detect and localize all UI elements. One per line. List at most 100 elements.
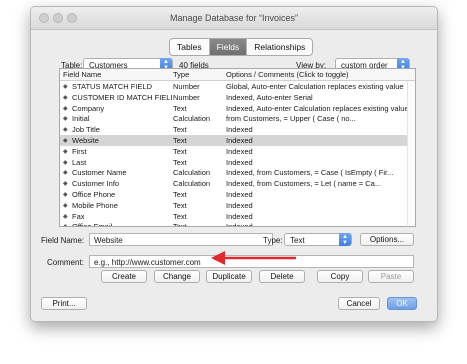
field-options-cell[interactable]: Indexed (226, 190, 412, 199)
field-type-cell: Text (173, 190, 187, 199)
drag-handle-icon[interactable]: ◆ (63, 180, 69, 187)
table-row[interactable]: ◆ Last Text Indexed (60, 157, 415, 168)
field-options-cell[interactable]: Indexed, Auto-enter Serial (226, 93, 412, 102)
field-type-cell: Text (173, 200, 187, 210)
field-options-cell[interactable]: Indexed, Auto-enter Calculation replaces… (226, 104, 412, 113)
field-type-cell: Text (173, 157, 187, 167)
field-name-input[interactable]: Website (89, 233, 273, 246)
field-type-cell: Text (173, 211, 187, 221)
drag-handle-icon[interactable]: ◆ (63, 105, 69, 112)
column-header-type[interactable]: Type (173, 70, 189, 79)
field-type-cell: Calculation (173, 179, 211, 189)
field-options-cell[interactable]: Indexed (226, 212, 412, 221)
field-name-cell: Job Title (72, 125, 100, 135)
table-row[interactable]: ◆ First Text Indexed (60, 146, 415, 157)
select-arrows-icon: ▲▼ (339, 233, 351, 246)
table-row[interactable]: ◆ Company Text Indexed, Auto-enter Calculat… (60, 103, 415, 114)
field-type-cell: Calculation (173, 168, 211, 178)
field-options-cell[interactable]: Indexed (226, 125, 412, 134)
cancel-button[interactable]: Cancel (338, 297, 380, 310)
table-row[interactable]: ◆ Initial Calculation from Customers, = Upp… (60, 113, 415, 124)
field-name-cell: Customer Info (72, 179, 120, 189)
field-type-cell: Text (173, 146, 187, 156)
field-type-cell: Text (173, 222, 187, 227)
tab-fields[interactable]: Fields (209, 39, 248, 55)
comment-input[interactable]: e.g., http://www.customer.com (89, 255, 414, 268)
tab-relationships[interactable]: Relationships (247, 39, 312, 55)
list-header: Field Name Type Options / Comments (Clic… (60, 69, 415, 81)
manage-database-dialog: Manage Database for “Invoices” Tables Fi… (30, 6, 438, 322)
field-type-cell: Number (173, 92, 200, 102)
drag-handle-icon[interactable]: ◆ (63, 94, 69, 101)
table-row[interactable]: ◆ STATUS MATCH FIELD Number Global, Auto-en… (60, 81, 415, 92)
field-name-cell: Company (72, 103, 105, 113)
field-name-cell: Mobile Phone (72, 200, 118, 210)
drag-handle-icon[interactable]: ◆ (63, 202, 69, 209)
fields-list[interactable]: Field Name Type Options / Comments (Clic… (59, 68, 416, 227)
table-row[interactable]: ◆ CUSTOMER ID MATCH FIELD Number Indexed, A… (60, 92, 415, 103)
type-select[interactable]: Text ▲ ▼ (284, 233, 352, 246)
drag-handle-icon[interactable]: ◆ (63, 137, 69, 144)
table-row[interactable]: ◆Office Email Text Indexed (60, 221, 415, 227)
field-name-cell: Office Email (72, 222, 113, 227)
tab-bar: Tables Fields Relationships (169, 38, 314, 56)
table-row[interactable]: ◆ Customer Name Calculation Indexed, from C… (60, 167, 415, 178)
list-scrollbar[interactable] (407, 81, 415, 225)
drag-handle-icon[interactable]: ◆ (63, 169, 69, 176)
comment-label: Comment: (47, 258, 84, 267)
field-name-cell: STATUS MATCH FIELD (72, 82, 153, 91)
drag-handle-icon[interactable]: ◆ (63, 213, 69, 220)
change-button[interactable]: Change (154, 270, 200, 283)
field-options-cell[interactable]: Indexed (226, 201, 412, 210)
field-name-label: Field Name: (41, 236, 85, 245)
type-label: Type: (263, 236, 283, 245)
field-options-cell[interactable]: Indexed (226, 158, 412, 167)
title-bar: Manage Database for “Invoices” (31, 7, 437, 30)
field-name-cell: Website (72, 136, 99, 145)
copy-button[interactable]: Copy (317, 270, 363, 283)
delete-button[interactable]: Delete (259, 270, 305, 283)
field-options-cell[interactable]: from Customers, = Upper ( Case ( no... (226, 114, 412, 123)
table-row[interactable]: ◆ Customer Info Calculation Indexed, from C… (60, 178, 415, 189)
field-options-cell[interactable]: Indexed (226, 222, 412, 226)
table-row[interactable]: ◆ Website Text Indexed (60, 135, 415, 146)
type-select-value: Text (290, 236, 305, 245)
field-options-cell[interactable]: Indexed, from Customers, = Case ( IsEmpt… (226, 168, 412, 177)
column-header-field-name[interactable]: Field Name (63, 70, 101, 79)
drag-handle-icon[interactable]: ◆ (63, 83, 69, 90)
tab-tables[interactable]: Tables (170, 39, 210, 55)
field-type-cell: Text (173, 125, 187, 135)
window-title: Manage Database for “Invoices” (169, 13, 299, 23)
drag-handle-icon[interactable]: ◆ (63, 148, 69, 155)
field-options-cell[interactable]: Global, Auto-enter Calculation replaces … (226, 82, 412, 91)
field-name-cell: Initial (72, 114, 90, 124)
field-options-cell[interactable]: Indexed (226, 136, 412, 145)
drag-handle-icon[interactable]: ◆ (63, 223, 69, 226)
table-row[interactable]: ◆ Office Phone Text Indexed (60, 189, 415, 200)
table-row[interactable]: ◆ Job Title Text Indexed (60, 124, 415, 135)
field-type-cell: Text (173, 103, 187, 113)
field-name-cell: First (72, 146, 87, 156)
table-row[interactable]: ◆ Mobile Phone Text Indexed (60, 200, 415, 211)
paste-button[interactable]: Paste (368, 270, 414, 283)
field-type-cell: Text (173, 136, 187, 145)
table-row[interactable]: ◆ Fax Text Indexed (60, 211, 415, 222)
drag-handle-icon[interactable]: ◆ (63, 191, 69, 198)
drag-handle-icon[interactable]: ◆ (63, 115, 69, 122)
options-button[interactable]: Options... (360, 233, 414, 246)
drag-handle-icon[interactable]: ◆ (63, 159, 69, 166)
field-name-cell: Fax (72, 211, 85, 221)
create-button[interactable]: Create (101, 270, 147, 283)
field-name-cell: Last (72, 157, 87, 167)
field-type-cell: Number (173, 82, 200, 91)
field-name-cell: Customer Name (72, 168, 127, 178)
drag-handle-icon[interactable]: ◆ (63, 126, 69, 133)
field-name-cell: Office Phone (72, 190, 116, 199)
field-type-cell: Calculation (173, 114, 211, 124)
field-options-cell[interactable]: Indexed, from Customers, = Let ( name = … (226, 179, 412, 188)
print-button[interactable]: Print... (41, 297, 87, 310)
duplicate-button[interactable]: Duplicate (206, 270, 252, 283)
column-header-options[interactable]: Options / Comments (Click to toggle) (226, 70, 349, 79)
ok-button[interactable]: OK (387, 297, 417, 310)
field-options-cell[interactable]: Indexed (226, 147, 412, 156)
